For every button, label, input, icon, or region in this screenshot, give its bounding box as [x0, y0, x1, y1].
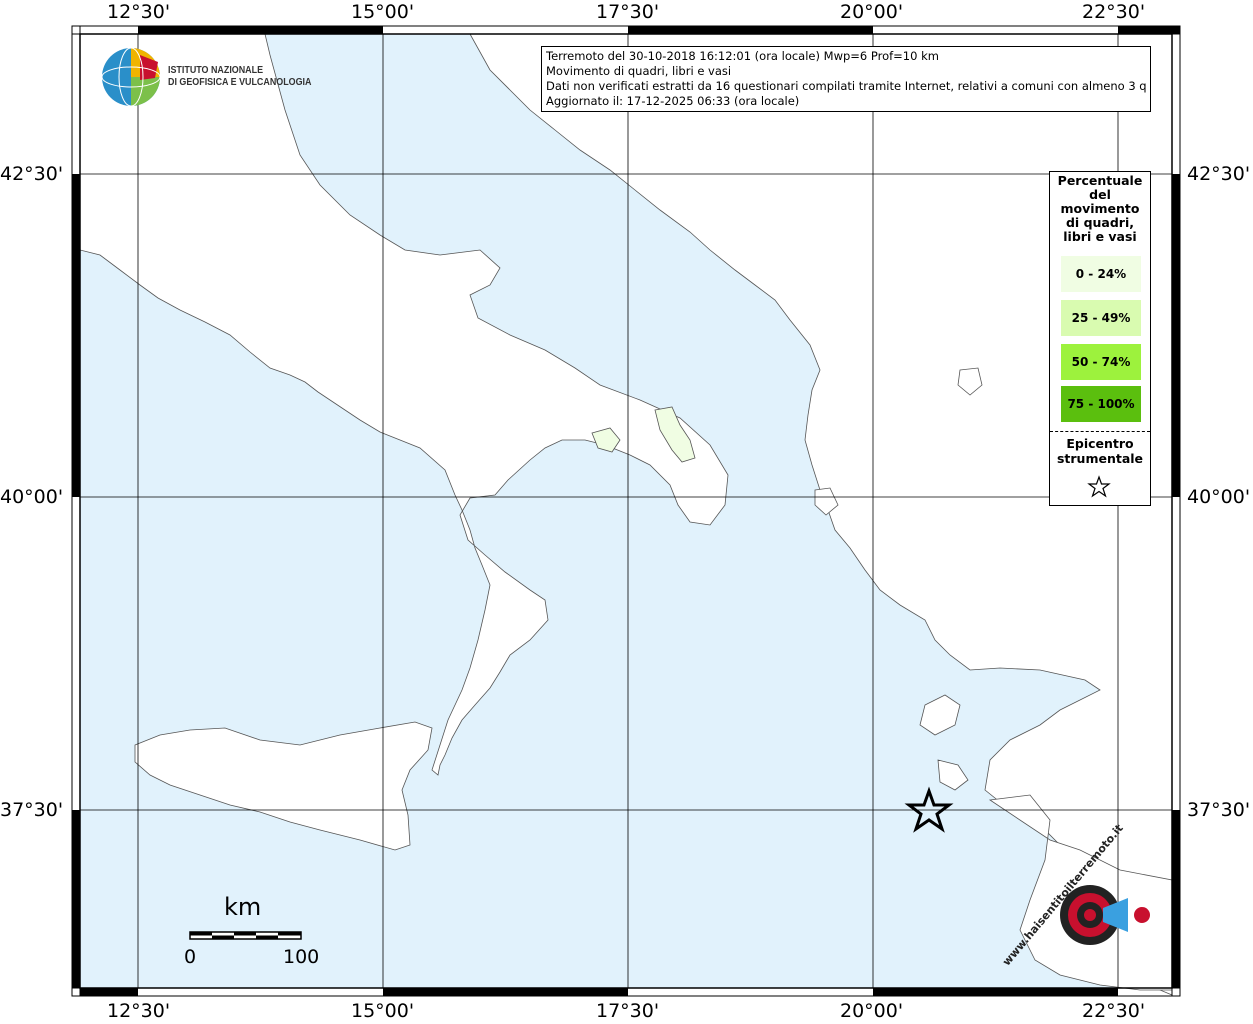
scale-unit-label: km	[224, 893, 262, 921]
lat-label-left-3: 37°30'	[0, 799, 64, 821]
ingv-logo-line1: ISTITUTO NAZIONALE	[168, 64, 264, 76]
legend-item-label: 75 - 100%	[1067, 397, 1135, 411]
lat-label-right-3: 37°30'	[1187, 799, 1251, 821]
lat-label-left-2: 40°00'	[0, 486, 64, 508]
event-title: Terremoto del 30-10-2018 16:12:01 (ora l…	[546, 49, 939, 63]
lon-label-bottom-5: 22°30'	[1082, 1000, 1146, 1022]
ingv-logo-line2: DI GEOFISICA E VULCANOLOGIA	[168, 76, 312, 88]
lon-label-bottom-3: 17°30'	[596, 1000, 660, 1022]
legend-epicenter-label: Epicentro strumentale	[1056, 436, 1144, 466]
legend-item-0: 0 - 24%	[1061, 256, 1141, 292]
event-disclaimer: Dati non verificati estratti da 16 quest…	[546, 79, 1146, 93]
scale-max-label: 100	[283, 946, 320, 968]
lat-label-left-1: 42°30'	[0, 163, 64, 185]
lon-label-bottom-1: 12°30'	[107, 1000, 171, 1022]
legend: Percentuale del movimento di quadri, lib…	[1049, 171, 1151, 506]
legend-title: Percentuale del movimento di quadri, lib…	[1057, 173, 1143, 244]
lon-label-bottom-2: 15°00'	[351, 1000, 415, 1022]
legend-separator	[1050, 431, 1150, 432]
legend-item-label: 0 - 24%	[1075, 267, 1127, 281]
scale-bar	[189, 931, 302, 940]
lon-label-top-5: 22°30'	[1082, 1, 1146, 23]
event-subtitle: Movimento di quadri, libri e vasi	[546, 64, 732, 78]
event-info-box: Terremoto del 30-10-2018 16:12:01 (ora l…	[541, 46, 1151, 112]
ingv-logo-icon	[101, 47, 161, 107]
legend-star-icon	[1087, 475, 1111, 498]
lon-label-top-4: 20°00'	[840, 1, 904, 23]
ingv-logo-text: ISTITUTO NAZIONALE DI GEOFISICA E VULCAN…	[168, 64, 311, 88]
legend-item-3: 75 - 100%	[1061, 386, 1141, 422]
legend-item-label: 25 - 49%	[1071, 311, 1131, 325]
legend-item-label: 50 - 74%	[1071, 355, 1131, 369]
lat-label-right-2: 40°00'	[1187, 486, 1251, 508]
legend-item-2: 50 - 74%	[1061, 344, 1141, 380]
event-updated: Aggiornato il: 17-12-2025 06:33 (ora loc…	[546, 94, 800, 108]
lat-label-right-1: 42°30'	[1187, 163, 1251, 185]
lon-label-bottom-4: 20°00'	[840, 1000, 904, 1022]
lon-label-top-3: 17°30'	[596, 1, 660, 23]
lon-label-top-1: 12°30'	[107, 1, 171, 23]
scale-min-label: 0	[184, 946, 197, 968]
legend-item-1: 25 - 49%	[1061, 300, 1141, 336]
lon-label-top-2: 15°00'	[351, 1, 415, 23]
intensity-map	[71, 25, 1181, 997]
